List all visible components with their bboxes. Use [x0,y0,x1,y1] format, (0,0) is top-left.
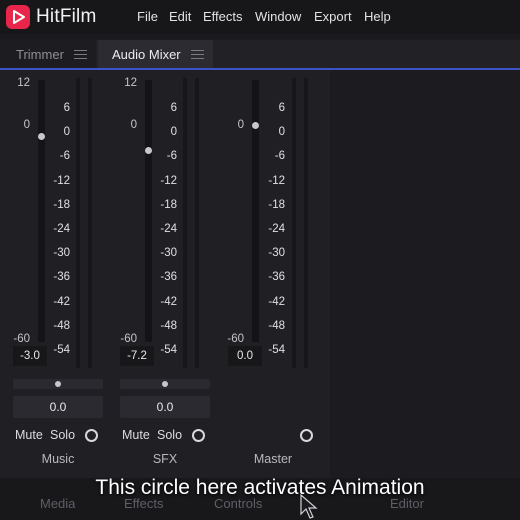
fader-scale-zero: 0 [130,119,137,131]
menu-export[interactable]: Export [314,9,352,24]
fader-scale-bottom: -60 [13,333,30,345]
db-scale-label: -18 [160,198,177,211]
volume-fader-knob[interactable] [252,122,259,129]
pan-knob[interactable] [55,381,61,387]
db-scale-label: -48 [268,319,285,332]
level-meter-left [183,78,187,368]
menu-bar: HitFilm File Edit Effects Window Export … [0,0,520,34]
hitfilm-logo-icon [6,5,30,29]
db-scale-label: -12 [53,174,70,187]
panel-tab-bar: Trimmer Audio Mixer [0,40,520,70]
level-meter-right [304,78,308,368]
db-scale-label: -30 [268,247,285,260]
db-scale-label: -24 [53,223,70,235]
db-scale-label: -24 [160,223,177,235]
db-scale-label: -6 [59,150,70,163]
volume-value[interactable]: -7.2 [120,346,154,366]
fader-scale-top: 12 [124,77,137,89]
animation-toggle-button[interactable] [85,429,98,442]
db-scale-label: -30 [160,247,177,260]
mute-button[interactable]: Mute [122,428,150,442]
db-scale-label: -12 [160,174,177,187]
menu-edit[interactable]: Edit [169,9,191,24]
menu-hamburger-icon[interactable] [73,49,87,59]
tab-audio-mixer[interactable]: Audio Mixer [98,40,213,68]
app-name: HitFilm [36,6,97,27]
animation-toggle-button[interactable] [192,429,205,442]
db-scale-label: -54 [53,344,70,356]
db-scale-label: -42 [160,295,177,308]
animation-toggle-button[interactable] [300,429,313,442]
solo-button[interactable]: Solo [157,428,182,442]
db-scale-label: -48 [160,319,177,332]
fader-scale-bottom: -60 [227,333,244,345]
pan-value[interactable]: 0.0 [120,396,210,418]
channel-name: Music [41,452,75,466]
db-scale-label: -18 [53,198,70,211]
db-scale-label: 0 [278,126,285,139]
db-scale-label: -30 [53,247,70,260]
channel-name: SFX [152,452,178,466]
solo-button[interactable]: Solo [50,428,75,442]
fader-scale-zero: 0 [23,119,30,131]
db-scale-label: -42 [53,295,70,308]
menu-file[interactable]: File [137,9,158,24]
db-scale-label: -36 [268,271,285,284]
pan-value[interactable]: 0.0 [13,396,103,418]
db-scale-label: 0 [170,126,177,139]
db-scale-label: -24 [268,223,285,235]
mixer-empty-area [330,70,520,520]
tab-trimmer[interactable]: Trimmer [0,40,96,68]
db-scale-label: 6 [63,102,70,114]
tab-trimmer-label: Trimmer [16,46,64,62]
volume-value[interactable]: 0.0 [228,346,262,366]
db-scale-label: -36 [53,271,70,284]
fader-scale-zero: 0 [237,119,244,131]
menu-hamburger-icon[interactable] [190,49,204,59]
db-scale-label: -6 [166,150,177,163]
volume-fader-track[interactable] [252,80,259,342]
db-scale-label: -54 [160,344,177,356]
db-scale-label: -48 [53,319,70,332]
level-meter-left [292,78,296,368]
menu-help[interactable]: Help [364,9,391,24]
db-scale-label: 6 [170,102,177,114]
subtitle-caption: This circle here activates Animation [95,476,425,499]
volume-value[interactable]: -3.0 [13,346,47,366]
db-scale-label: -54 [268,344,285,356]
pan-knob[interactable] [162,381,168,387]
db-scale-label: -6 [274,150,285,163]
db-scale-label: -42 [268,295,285,308]
level-meter-right [88,78,92,368]
menu-effects[interactable]: Effects [203,9,243,24]
db-scale-label: -18 [268,198,285,211]
db-scale-label: 6 [278,102,285,114]
level-meter-left [76,78,80,368]
db-scale-label: -12 [268,174,285,187]
mute-button[interactable]: Mute [15,428,43,442]
mouse-cursor-icon [300,494,318,519]
db-scale-label: -36 [160,271,177,284]
fader-scale-bottom: -60 [120,333,137,345]
channel-name: Master [253,452,293,466]
tab-audio-mixer-label: Audio Mixer [112,46,181,62]
fader-scale-top: 12 [17,77,30,89]
menu-window[interactable]: Window [255,9,301,24]
db-scale-label: 0 [63,126,70,139]
level-meter-right [195,78,199,368]
